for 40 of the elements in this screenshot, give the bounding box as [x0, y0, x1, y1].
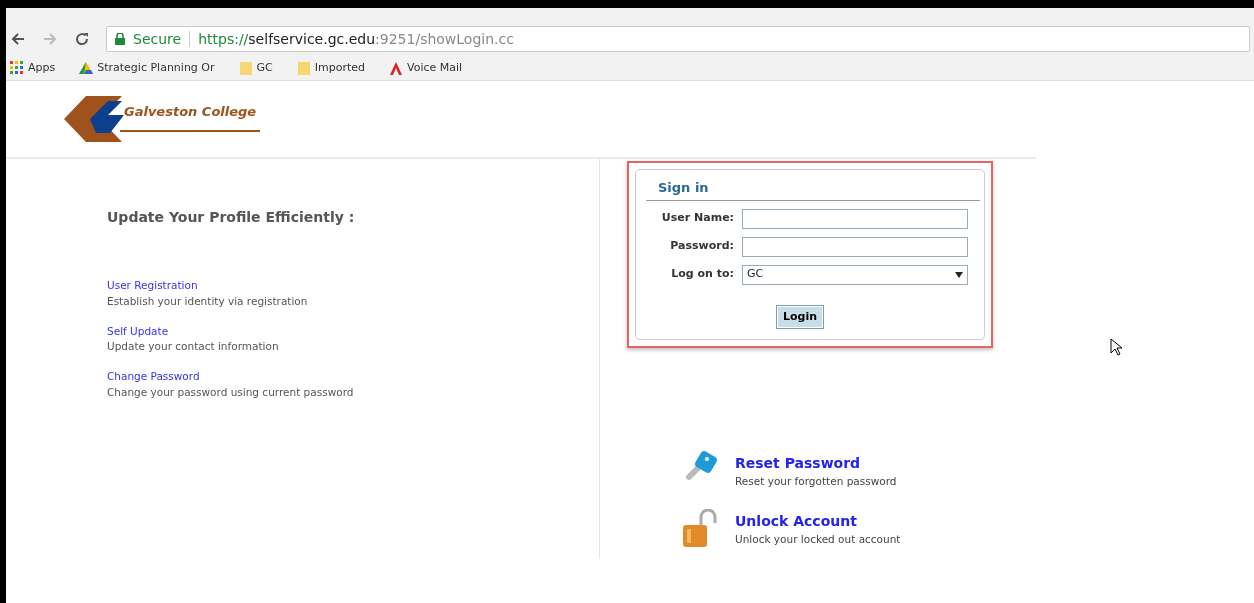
field-label: User Name: [660, 210, 734, 227]
profile-link[interactable]: Change Password [107, 369, 599, 385]
bookmark[interactable]: Strategic Planning Or [79, 59, 215, 77]
text-field[interactable] [742, 208, 968, 229]
panel-title: Sign in [646, 178, 980, 201]
profile-link[interactable]: User Registration [107, 278, 599, 294]
field-label: Password: [669, 238, 734, 255]
reload-icon[interactable] [74, 31, 90, 47]
action-link[interactable]: Reset Password [735, 452, 897, 474]
link-description: Unlock your locked out account [735, 531, 901, 547]
profile-link[interactable]: Self Update [107, 323, 599, 340]
bookmark[interactable]: Imported [296, 59, 365, 77]
lock-icon [115, 33, 125, 45]
forward-icon[interactable] [42, 31, 58, 47]
login-button[interactable]: Login [776, 304, 825, 329]
apps-icon [10, 60, 24, 76]
section-heading: Update Your Profile Efficiently : [107, 208, 356, 227]
bookmark[interactable]: GC [238, 59, 273, 77]
a-shape-icon [389, 60, 403, 76]
folder-icon [238, 60, 253, 76]
url-text: https://selfservice.gc.edu:9251/showLogin.cc [198, 29, 514, 49]
mouse-cursor-icon [1110, 338, 1122, 356]
action-link[interactable]: Unlock Account [735, 510, 901, 532]
address-bar[interactable]: Secure https://selfservice.gc.edu:9251/showLogin.cc [106, 26, 1250, 52]
bookmark[interactable]: Apps [10, 59, 56, 77]
dropdown[interactable]: GC [742, 264, 968, 285]
folder-icon [296, 60, 311, 76]
logo: Galveston College [64, 96, 260, 142]
link-description: Establish your identity via registration [107, 293, 309, 309]
field-label: Log on to: [670, 266, 734, 283]
back-icon[interactable] [10, 31, 26, 47]
dropdown-arrow-icon [955, 271, 963, 278]
link-description: Change your password using current password [107, 384, 355, 400]
bookmark[interactable]: Voice Mail [389, 59, 463, 77]
triangle-icon [79, 60, 94, 76]
padlock-icon [681, 509, 719, 549]
secure-label: Secure [133, 29, 182, 49]
link-description: Update your contact information [107, 339, 280, 355]
password-field[interactable] [742, 236, 968, 257]
link-description: Reset your forgotten password [735, 473, 897, 489]
